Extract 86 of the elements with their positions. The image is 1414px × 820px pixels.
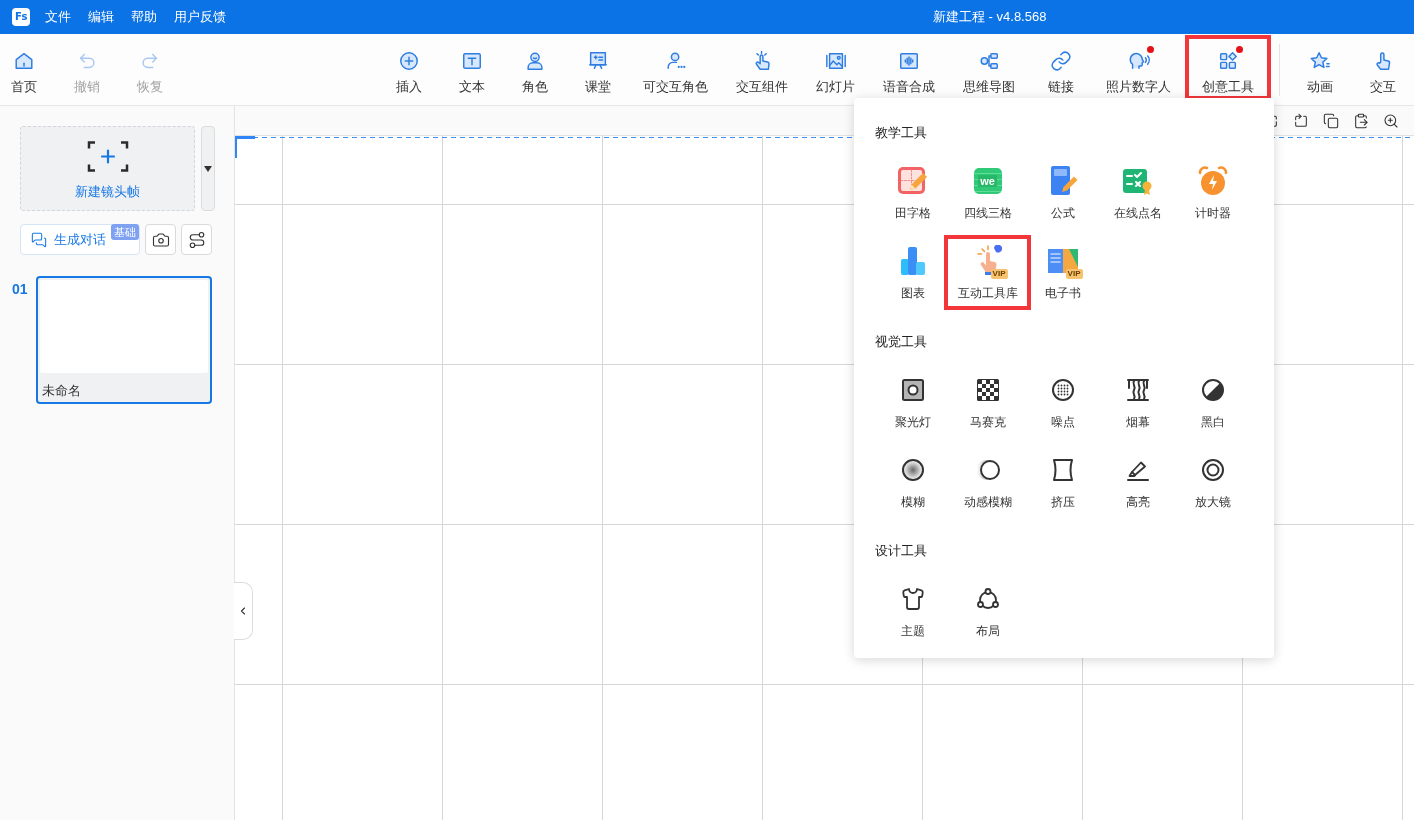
dotted-circle-icon [1050, 378, 1075, 402]
paste-icon[interactable] [1353, 112, 1369, 129]
toolbar-button[interactable]: 幻灯片 [802, 35, 869, 100]
menu-item[interactable]: 用户反馈 [174, 7, 226, 27]
tool-button[interactable]: 主题 [882, 573, 943, 648]
slide-name: 未命名 [41, 382, 81, 400]
vip-badge: VIP [990, 269, 1008, 279]
concentric-circles-icon [1200, 458, 1225, 482]
tool-button[interactable]: 挤压 [1032, 444, 1093, 519]
tier-badge: 基础 [111, 224, 139, 240]
camera-button[interactable] [145, 224, 176, 255]
tool-button[interactable]: 聚光灯 [882, 364, 943, 439]
tool-button[interactable]: 模糊 [882, 444, 943, 519]
tool-button[interactable]: 在线点名 [1107, 155, 1168, 230]
section-heading: 视觉工具 [875, 333, 927, 351]
caret-down-icon [204, 165, 212, 172]
squares-diamond-icon [1217, 50, 1239, 72]
presentation-board-icon [586, 50, 609, 72]
chat-bubbles-icon [31, 231, 47, 248]
toolbar-button[interactable]: 可交互角色 [629, 35, 722, 100]
image-frame-icon [824, 50, 847, 72]
window-title: 新建工程 - v4.8.568 [933, 8, 1047, 26]
tool-button[interactable]: 布局 [957, 573, 1018, 648]
tool-button[interactable]: VIP 互动工具库 [944, 235, 1031, 310]
alarm-clock-icon [1196, 165, 1229, 197]
node-ring-icon [975, 587, 1000, 611]
wavy-lines-icon [1125, 378, 1150, 402]
section-heading: 设计工具 [875, 542, 927, 560]
tool-button[interactable]: VIP 电子书 [1032, 235, 1093, 310]
checkerboard-icon [975, 378, 1000, 402]
tool-button[interactable]: 烟幕 [1107, 364, 1168, 439]
menu-item[interactable]: 编辑 [88, 7, 114, 27]
menu-item[interactable]: 帮助 [131, 7, 157, 27]
tool-button[interactable]: 噪点 [1032, 364, 1093, 439]
frame-plus-icon [86, 140, 129, 173]
app-logo: Fs [12, 8, 30, 26]
toolbar-button[interactable]: 课堂 [566, 35, 629, 100]
selection-corner-handle[interactable] [235, 136, 255, 158]
slide-card[interactable]: 未命名 [36, 276, 212, 404]
copy-icon[interactable] [1323, 112, 1339, 129]
half-circle-icon [1200, 378, 1225, 402]
toolbar-button[interactable]: 思维导图 [949, 35, 1029, 100]
waveform-box-icon [898, 50, 920, 72]
tool-button[interactable]: 高亮 [1107, 444, 1168, 519]
toolbar-button[interactable]: 插入 [377, 35, 440, 100]
blurred-dot-icon [900, 458, 925, 482]
tool-button[interactable]: 放大镜 [1182, 444, 1243, 519]
vip-badge: VIP [1065, 269, 1083, 279]
toolbar-button[interactable]: 动画 [1288, 35, 1351, 100]
camera-icon [151, 230, 170, 249]
speaking-head-icon [1127, 50, 1150, 72]
slide-number: 01 [12, 280, 29, 298]
generate-dialog-button[interactable]: 生成对话 基础 [20, 224, 140, 255]
person-dots-icon [664, 50, 687, 72]
grid-pencil-icon [896, 165, 929, 197]
tool-button[interactable]: 图表 [882, 235, 943, 310]
motion-blur-circle-icon [975, 458, 1000, 482]
tool-button[interactable]: 马赛克 [957, 364, 1018, 439]
section-heading: 教学工具 [875, 124, 927, 142]
toolbar-button[interactable]: 链接 [1029, 35, 1092, 100]
toolbar-button[interactable]: 首页 [0, 35, 48, 100]
rotate-right-icon[interactable] [1293, 112, 1309, 129]
tool-button[interactable]: 计时器 [1182, 155, 1243, 230]
menu-item[interactable]: 文件 [45, 7, 71, 27]
route-button[interactable] [181, 224, 212, 255]
tile-letters: we [978, 175, 997, 187]
toolbar-button[interactable]: 照片数字人 [1092, 35, 1185, 100]
zoom-in-icon[interactable] [1383, 112, 1399, 129]
toolbar-button[interactable]: 交互 [1351, 35, 1414, 100]
toolbar-button[interactable]: 角色 [503, 35, 566, 100]
circle-plus-icon [397, 50, 420, 72]
tool-button[interactable]: 公式 [1032, 155, 1093, 230]
new-frame-button[interactable]: 新建镜头帧 [20, 126, 195, 211]
toolbar-button[interactable]: 文本 [440, 35, 503, 100]
tool-button[interactable]: 动感模糊 [957, 444, 1018, 519]
tool-button[interactable]: 田字格 [882, 155, 943, 230]
tool-button[interactable]: we 四线三格 [957, 155, 1018, 230]
link-icon [1049, 50, 1072, 72]
tool-button[interactable]: 黑白 [1182, 364, 1243, 439]
home-icon [13, 50, 35, 72]
toolbar-button[interactable]: 交互组件 [722, 35, 802, 100]
route-icon [187, 230, 206, 249]
shirt-icon [900, 587, 925, 611]
spotlight-icon [900, 378, 925, 402]
text-box-icon [460, 50, 483, 72]
mind-map-icon [978, 50, 1000, 72]
